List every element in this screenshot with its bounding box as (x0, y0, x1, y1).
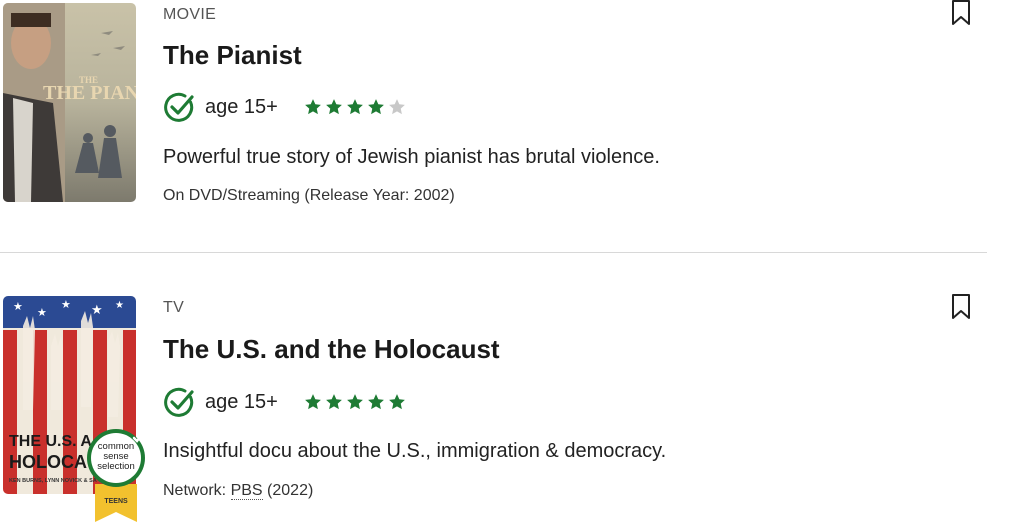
age-rating: age 15+ (205, 390, 278, 413)
review-card: THE THE PIANIST MOVIE The Pianist age 15… (0, 0, 1020, 210)
media-type-label: MOVIE (163, 6, 217, 23)
star-filled-icon (367, 394, 384, 410)
network-info: Network: PBS (2022) (163, 482, 313, 500)
check-circle-icon (164, 92, 194, 122)
star-rating (304, 98, 406, 116)
network-link[interactable]: PBS (230, 482, 263, 500)
star-filled-icon (346, 394, 363, 410)
poster-title-text: THE PIANIST (43, 82, 136, 104)
review-card: ★ ★ ★ ★ ★ THE U.S. A HOLOCA KEN BURNS, L… (0, 292, 1020, 526)
star-rating (304, 393, 406, 411)
rating-row: age 15+ (163, 91, 406, 123)
star-filled-icon (325, 394, 342, 410)
common-sense-selection-badge: common sense selection TEENS (84, 428, 148, 524)
star-empty-icon (388, 99, 405, 115)
poster-image[interactable]: THE THE PIANIST (3, 3, 136, 202)
badge-label: common sense selection (97, 441, 135, 472)
star-filled-icon (367, 99, 384, 115)
age-rating: age 15+ (205, 95, 278, 118)
title-link[interactable]: The U.S. and the Holocaust (163, 334, 500, 365)
review-blurb: Insightful docu about the U.S., immigrat… (163, 440, 667, 462)
network-year: (2022) (262, 482, 314, 499)
network-label: Network: (163, 482, 231, 499)
review-blurb: Powerful true story of Jewish pianist ha… (163, 146, 660, 168)
star-filled-icon (388, 394, 405, 410)
svg-text:★: ★ (115, 300, 124, 311)
svg-text:★: ★ (91, 302, 103, 317)
bookmark-icon[interactable] (951, 0, 971, 26)
title-link[interactable]: The Pianist (163, 40, 302, 71)
poster-title-line2: HOLOCA (9, 452, 87, 472)
bookmark-icon[interactable] (951, 294, 971, 320)
star-filled-icon (304, 394, 321, 410)
svg-text:★: ★ (61, 299, 71, 311)
rating-row: age 15+ (163, 386, 406, 418)
poster-title-line1: THE U.S. A (9, 433, 92, 450)
svg-text:★: ★ (37, 307, 47, 319)
check-circle-icon (164, 387, 194, 417)
badge-tier: TEENS (104, 498, 128, 505)
star-filled-icon (304, 99, 321, 115)
star-filled-icon (346, 99, 363, 115)
star-filled-icon (325, 99, 342, 115)
divider (0, 252, 987, 253)
release-info: On DVD/Streaming (Release Year: 2002) (163, 187, 455, 204)
svg-text:★: ★ (13, 301, 23, 313)
media-type-label: TV (163, 299, 185, 316)
